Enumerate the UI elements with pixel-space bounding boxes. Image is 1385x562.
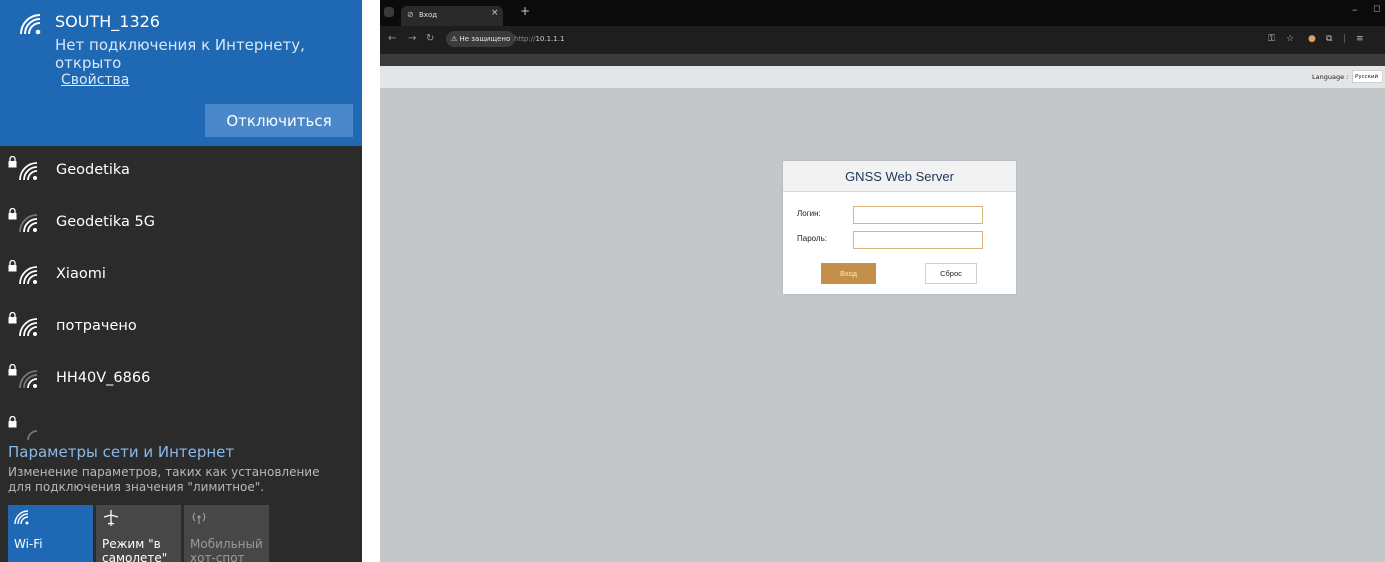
password-input[interactable] xyxy=(853,231,983,249)
tab-search-icon[interactable] xyxy=(384,7,394,17)
wifi-toggle-tile[interactable]: Wi-Fi xyxy=(8,505,93,562)
network-name: Xiaomi xyxy=(56,266,106,282)
tab-title: Вход xyxy=(419,11,438,19)
username-label: Логин: xyxy=(797,209,821,218)
wifi-signal-icon xyxy=(19,162,38,181)
airplane-icon xyxy=(103,510,119,526)
extension-icon[interactable]: ● xyxy=(1308,34,1316,44)
wifi-signal-icon xyxy=(20,14,41,35)
media-icon[interactable]: ≡ xyxy=(1356,34,1364,44)
network-settings-link[interactable]: Параметры сети и Интернет xyxy=(8,443,234,461)
star-icon[interactable]: ☆ xyxy=(1286,34,1294,44)
warning-icon: ⚠ xyxy=(451,35,460,43)
login-button[interactable]: Вход xyxy=(821,263,876,284)
language-label: Language : xyxy=(1312,73,1349,81)
wifi-icon xyxy=(14,510,29,525)
disconnect-button[interactable]: Отключиться xyxy=(205,104,353,137)
wifi-signal-icon xyxy=(19,370,38,389)
wifi-signal-icon xyxy=(19,318,38,337)
globe-icon: ⊘ xyxy=(407,10,414,19)
tile-label: Режим "в самолете" xyxy=(102,537,168,562)
not-secure-badge[interactable]: ⚠ Не защищено xyxy=(446,31,516,47)
username-input[interactable] xyxy=(853,206,983,224)
network-item[interactable]: Xiaomi xyxy=(0,250,362,300)
language-select[interactable]: Русский xyxy=(1352,70,1383,83)
login-title: GNSS Web Server xyxy=(845,169,954,184)
connected-network[interactable]: SOUTH_1326 Нет подключения к Интернету, … xyxy=(0,0,362,146)
close-icon[interactable]: × xyxy=(491,8,499,18)
back-icon[interactable]: ← xyxy=(388,33,396,44)
wifi-signal-icon xyxy=(27,430,38,441)
tile-label: Мобильный хот-спот xyxy=(190,537,263,562)
network-name: HH40V_6866 xyxy=(56,370,151,386)
wifi-flyout: SOUTH_1326 Нет подключения к Интернету, … xyxy=(0,0,362,562)
lock-icon xyxy=(8,208,17,220)
new-tab-icon[interactable]: + xyxy=(520,4,530,18)
network-item[interactable]: потрачено xyxy=(0,302,362,352)
tab-login[interactable]: ⊘ Вход × xyxy=(401,6,503,26)
network-name: потрачено xyxy=(56,318,137,334)
browser-toolbar: ← → ↻ ⚠ Не защищено http://10.1.1.1 ⚿ ☆ … xyxy=(380,26,1385,54)
network-name: Geodetika 5G xyxy=(56,214,155,230)
minimize-icon[interactable]: – xyxy=(1352,3,1358,16)
url-text: http://10.1.1.1 xyxy=(514,35,564,43)
network-item[interactable] xyxy=(0,406,362,441)
forward-icon[interactable]: → xyxy=(408,33,416,44)
password-label: Пароль: xyxy=(797,234,827,243)
lock-icon xyxy=(8,156,17,168)
network-settings-description: Изменение параметров, таких как установл… xyxy=(8,465,320,494)
hotspot-icon xyxy=(192,512,206,524)
network-name: Geodetika xyxy=(56,162,130,178)
key-icon[interactable]: ⚿ xyxy=(1268,34,1275,44)
wifi-signal-icon xyxy=(19,214,38,233)
reload-icon[interactable]: ↻ xyxy=(426,33,434,44)
lock-icon xyxy=(8,364,17,376)
puzzle-icon[interactable]: ⧉ xyxy=(1326,34,1332,44)
lock-icon xyxy=(8,260,17,272)
security-label: Не защищено xyxy=(459,35,511,43)
airplane-mode-tile[interactable]: Режим "в самолете" xyxy=(96,505,181,562)
network-item[interactable]: HH40V_6866 xyxy=(0,354,362,404)
connected-network-status: Нет подключения к Интернету, открыто xyxy=(55,36,305,72)
divider: | xyxy=(1343,34,1347,44)
network-item[interactable]: Geodetika xyxy=(0,146,362,196)
connected-network-name: SOUTH_1326 xyxy=(55,12,160,31)
language-bar: Language : Русский xyxy=(380,66,1385,88)
wifi-signal-icon xyxy=(19,266,38,285)
network-item[interactable]: Geodetika 5G xyxy=(0,198,362,248)
bookmarks-bar xyxy=(380,54,1385,66)
lock-icon xyxy=(8,312,17,324)
address-bar[interactable]: ⚠ Не защищено http://10.1.1.1 xyxy=(446,31,596,47)
login-panel: GNSS Web Server Логин: Пароль: Вход Сбро… xyxy=(783,161,1016,294)
mobile-hotspot-tile[interactable]: Мобильный хот-спот xyxy=(184,505,269,562)
tile-label: Wi-Fi xyxy=(14,537,43,551)
browser-window: ⊘ Вход × + – ◻ ← → ↻ ⚠ Не защищено http:… xyxy=(380,0,1385,562)
maximize-icon[interactable]: ◻ xyxy=(1373,4,1380,14)
login-header: GNSS Web Server xyxy=(783,161,1016,192)
tab-strip: ⊘ Вход × + – ◻ xyxy=(380,0,1385,26)
properties-link[interactable]: Свойства xyxy=(61,72,129,88)
reset-button[interactable]: Сброс xyxy=(925,263,977,284)
url-protocol: http:// xyxy=(514,35,536,43)
url-host: 10.1.1.1 xyxy=(535,35,565,43)
lock-icon xyxy=(8,416,17,428)
